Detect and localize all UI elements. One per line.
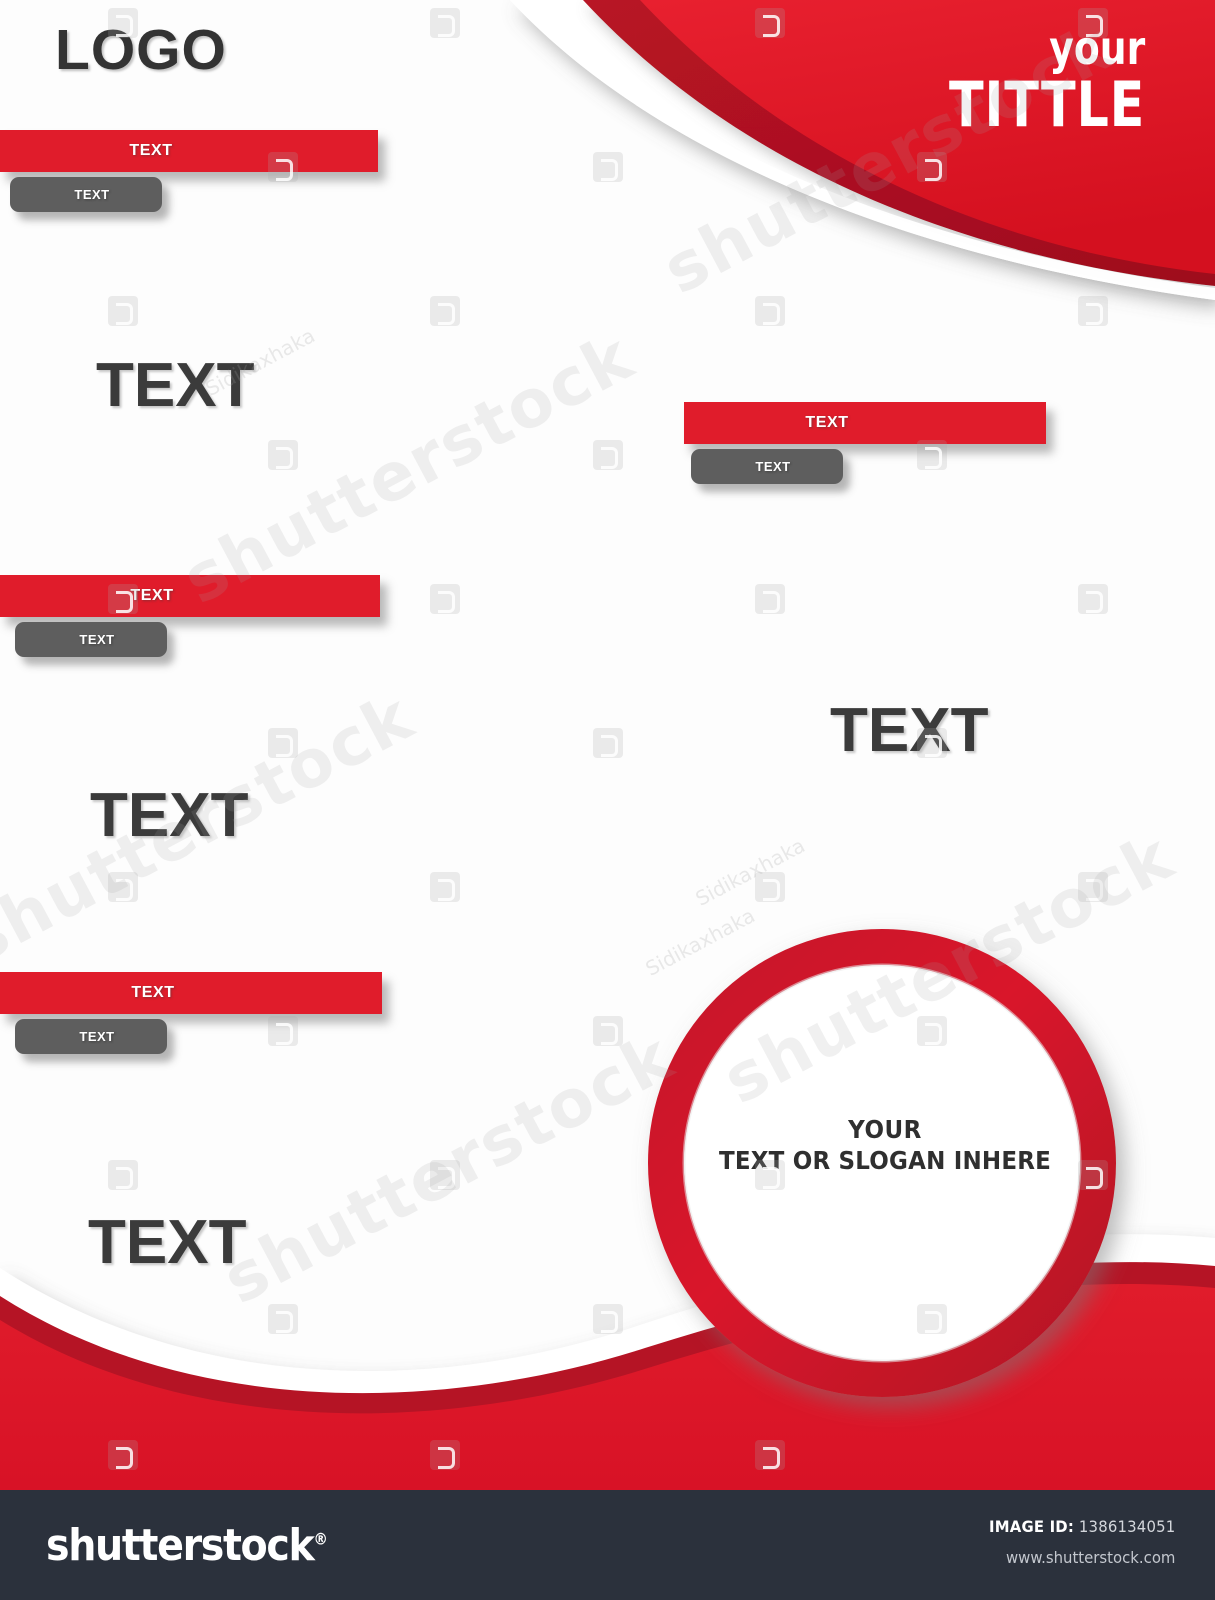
footer-bar: shutterstock® IMAGE ID: 1386134051 www.s… (0, 1490, 1215, 1600)
banner-group: TEXT TEXT (0, 575, 380, 657)
slogan-line-1: YOUR (848, 1115, 922, 1144)
red-bar-label: TEXT (130, 587, 174, 604)
registered-mark-icon: ® (313, 1529, 328, 1549)
flyer-artboard: LOGO your TITTLE TEXT TEXT TEXT TEXT TEX… (0, 0, 1215, 1490)
shutterstock-logo: shutterstock® (46, 1520, 328, 1571)
image-id-row: IMAGE ID: 1386134051 (989, 1517, 1175, 1536)
gray-pill-label: TEXT (79, 1029, 115, 1044)
title-line-big: TITTLE (948, 68, 1145, 142)
image-id-label: IMAGE ID: (988, 1517, 1074, 1536)
gray-pill-button[interactable]: TEXT (691, 449, 843, 484)
shutterstock-logo-text: shutterstock (46, 1520, 315, 1571)
heading-text: TEXT (96, 351, 255, 420)
heading-text: TEXT (830, 696, 989, 765)
heading-text: TEXT (88, 1208, 247, 1277)
red-bar[interactable]: TEXT (0, 130, 378, 172)
title-block: your TITTLE (906, 21, 1145, 142)
banner-group: TEXT TEXT (0, 972, 382, 1054)
slogan-circle-text: YOUR TEXT OR SLOGAN INHERE (655, 1115, 1115, 1176)
footer-meta: IMAGE ID: 1386134051 www.shutterstock.co… (975, 1517, 1175, 1567)
red-bar-label: TEXT (129, 142, 173, 159)
red-bar-label: TEXT (805, 414, 849, 431)
title-line-small: your (1049, 21, 1145, 75)
gray-pill-button[interactable]: TEXT (10, 177, 162, 212)
red-bar[interactable]: TEXT (684, 402, 1046, 444)
banner-group: TEXT TEXT (0, 130, 378, 212)
red-bar[interactable]: TEXT (0, 575, 380, 617)
page-title: LOGO (55, 18, 227, 82)
poster-root: LOGO your TITTLE TEXT TEXT TEXT TEXT TEX… (0, 0, 1215, 1600)
red-bar-label: TEXT (131, 984, 175, 1001)
banner-group: TEXT TEXT (684, 402, 1046, 484)
gray-pill-label: TEXT (79, 632, 115, 647)
heading-text: TEXT (90, 781, 249, 850)
gray-pill-label: TEXT (755, 459, 791, 474)
image-id-value: 1386134051 (1078, 1517, 1175, 1536)
gray-pill-label: TEXT (74, 187, 110, 202)
gray-pill-button[interactable]: TEXT (15, 622, 167, 657)
gray-pill-button[interactable]: TEXT (15, 1019, 167, 1054)
footer-website[interactable]: www.shutterstock.com (989, 1548, 1175, 1567)
slogan-line-2: TEXT OR SLOGAN INHERE (718, 1145, 1052, 1175)
red-bar[interactable]: TEXT (0, 972, 382, 1014)
